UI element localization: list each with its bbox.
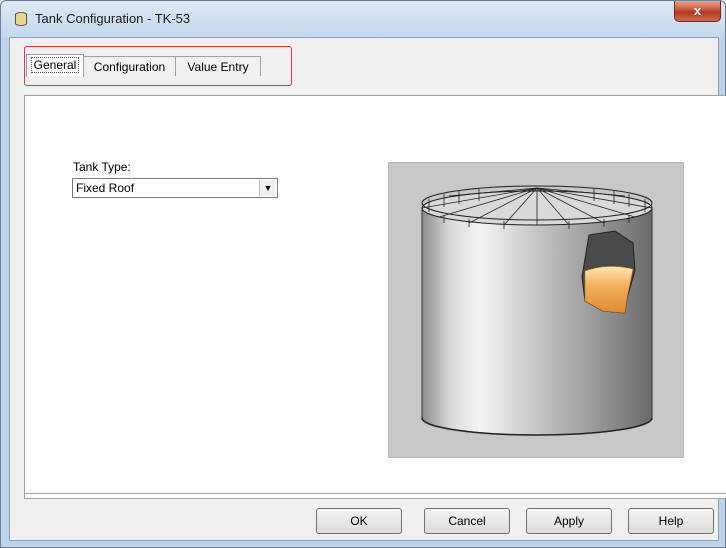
tab-value-entry[interactable]: Value Entry <box>175 56 261 76</box>
tank-image-frame <box>388 162 684 458</box>
tab-configuration-label: Configuration <box>93 60 166 74</box>
close-button[interactable]: x <box>674 1 721 22</box>
window-title: Tank Configuration - TK-53 <box>35 11 191 26</box>
dialog-client-area: General Configuration Value Entry Tank T… <box>9 37 726 541</box>
ok-button[interactable]: OK <box>316 508 402 534</box>
apply-button[interactable]: Apply <box>526 508 612 534</box>
tab-general[interactable]: General <box>26 54 84 77</box>
tank-app-icon <box>15 12 27 26</box>
button-separator <box>24 493 726 494</box>
chevron-down-icon[interactable]: ▼ <box>259 180 276 196</box>
tab-configuration[interactable]: Configuration <box>83 56 176 76</box>
tab-value-entry-label: Value Entry <box>187 60 249 74</box>
tank-type-dropdown[interactable]: Fixed Roof ▼ <box>72 178 278 198</box>
fixed-roof-tank-illustration <box>421 185 653 436</box>
title-bar[interactable]: Tank Configuration - TK-53 x <box>1 1 725 37</box>
help-button[interactable]: Help <box>628 508 714 534</box>
close-icon: x <box>693 3 702 18</box>
cancel-button[interactable]: Cancel <box>424 508 510 534</box>
tank-type-value: Fixed Roof <box>76 181 135 195</box>
tank-type-label: Tank Type: <box>73 160 131 174</box>
tab-general-label: General <box>30 57 80 73</box>
general-tab-panel: Tank Type: Fixed Roof ▼ <box>24 95 726 499</box>
tank-configuration-dialog: Tank Configuration - TK-53 x General Con… <box>0 0 726 548</box>
